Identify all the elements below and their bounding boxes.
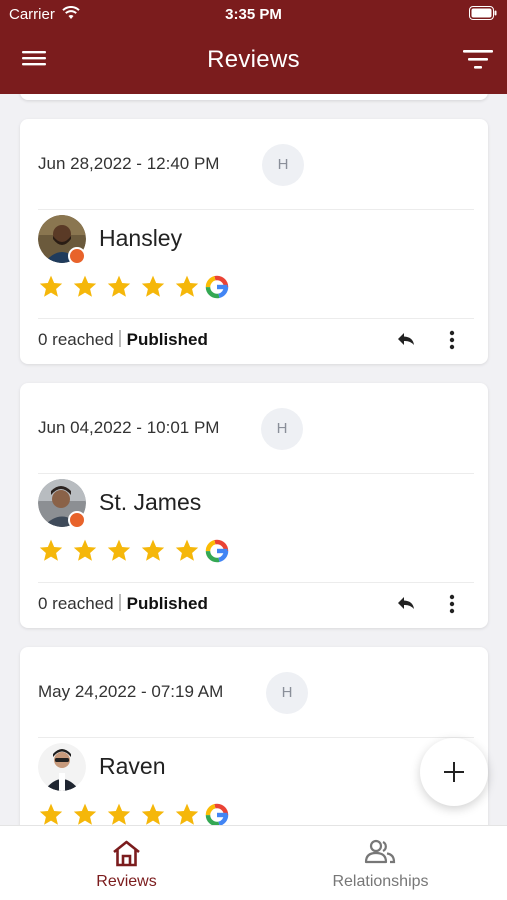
source-badge-icon xyxy=(68,247,86,265)
divider xyxy=(38,582,474,583)
rating-stars xyxy=(38,801,230,825)
people-icon xyxy=(364,839,396,864)
more-options-icon[interactable] xyxy=(448,594,456,614)
rating-stars xyxy=(38,273,230,301)
star-icon xyxy=(175,539,199,561)
star-icon xyxy=(141,803,165,825)
separator xyxy=(118,594,121,611)
star-icon xyxy=(107,803,131,825)
star-icon xyxy=(73,275,97,297)
reach-count: 0 reached xyxy=(38,594,114,613)
google-icon xyxy=(205,539,229,563)
filter-icon[interactable] xyxy=(463,48,493,70)
review-footer: 0 reached Published xyxy=(38,594,208,614)
author-initial-badge: H xyxy=(266,672,308,714)
nav-bar: Reviews xyxy=(0,38,507,82)
publish-status: Published xyxy=(126,594,208,613)
status-time: 3:35 PM xyxy=(225,6,282,23)
reviewer-name: St. James xyxy=(99,489,202,515)
star-icon xyxy=(73,803,97,825)
tab-label: Reviews xyxy=(96,873,157,890)
divider xyxy=(38,737,474,738)
google-icon xyxy=(205,803,229,825)
divider xyxy=(38,473,474,474)
star-icon xyxy=(141,539,165,561)
review-footer: 0 reached Published xyxy=(38,330,208,350)
reach-count: 0 reached xyxy=(38,330,114,349)
divider xyxy=(38,209,474,210)
status-bar: Carrier 3:35 PM xyxy=(0,0,507,28)
star-icon xyxy=(141,275,165,297)
add-button[interactable] xyxy=(420,738,488,806)
google-icon xyxy=(205,275,229,299)
tab-relationships[interactable]: Relationships xyxy=(254,826,507,900)
more-options-icon[interactable] xyxy=(448,330,456,350)
reviewer-name: Hansley xyxy=(99,225,183,251)
tab-label: Relationships xyxy=(332,873,429,890)
review-card[interactable]: May 24,2022 - 07:19 AM H Raven xyxy=(20,647,488,825)
divider xyxy=(38,318,474,319)
rating-stars xyxy=(38,537,230,565)
bottom-tab-bar: Reviews Relationships xyxy=(0,825,507,900)
star-icon xyxy=(73,539,97,561)
source-badge-icon xyxy=(68,511,86,529)
reply-icon[interactable] xyxy=(396,595,416,611)
battery-icon xyxy=(469,6,497,20)
separator xyxy=(118,330,121,347)
app-header: Carrier 3:35 PM Reviews xyxy=(0,0,507,94)
review-card[interactable]: Jun 28,2022 - 12:40 PM H Hansley 0 reach… xyxy=(20,119,488,364)
star-icon xyxy=(175,275,199,297)
publish-status: Published xyxy=(126,330,208,349)
reply-icon[interactable] xyxy=(396,331,416,347)
review-date: Jun 04,2022 - 10:01 PM xyxy=(38,418,220,437)
star-icon xyxy=(107,275,131,297)
reviewer-name: Raven xyxy=(99,753,166,779)
review-date: Jun 28,2022 - 12:40 PM xyxy=(38,154,220,173)
author-initial-badge: H xyxy=(262,144,304,186)
home-icon xyxy=(113,840,140,867)
review-card[interactable]: Jun 04,2022 - 10:01 PM H St. James 0 rea… xyxy=(20,383,488,628)
review-list[interactable]: Jun 28,2022 - 12:40 PM H Hansley 0 reach… xyxy=(0,94,507,825)
reviewer-avatar xyxy=(38,743,86,791)
star-icon xyxy=(39,803,63,825)
author-initial-badge: H xyxy=(261,408,303,450)
tab-reviews[interactable]: Reviews xyxy=(0,826,253,900)
page-title: Reviews xyxy=(207,46,300,73)
previous-review-card xyxy=(20,94,488,100)
star-icon xyxy=(39,539,63,561)
star-icon xyxy=(175,803,199,825)
review-date: May 24,2022 - 07:19 AM xyxy=(38,682,224,701)
star-icon xyxy=(107,539,131,561)
star-icon xyxy=(39,275,63,297)
